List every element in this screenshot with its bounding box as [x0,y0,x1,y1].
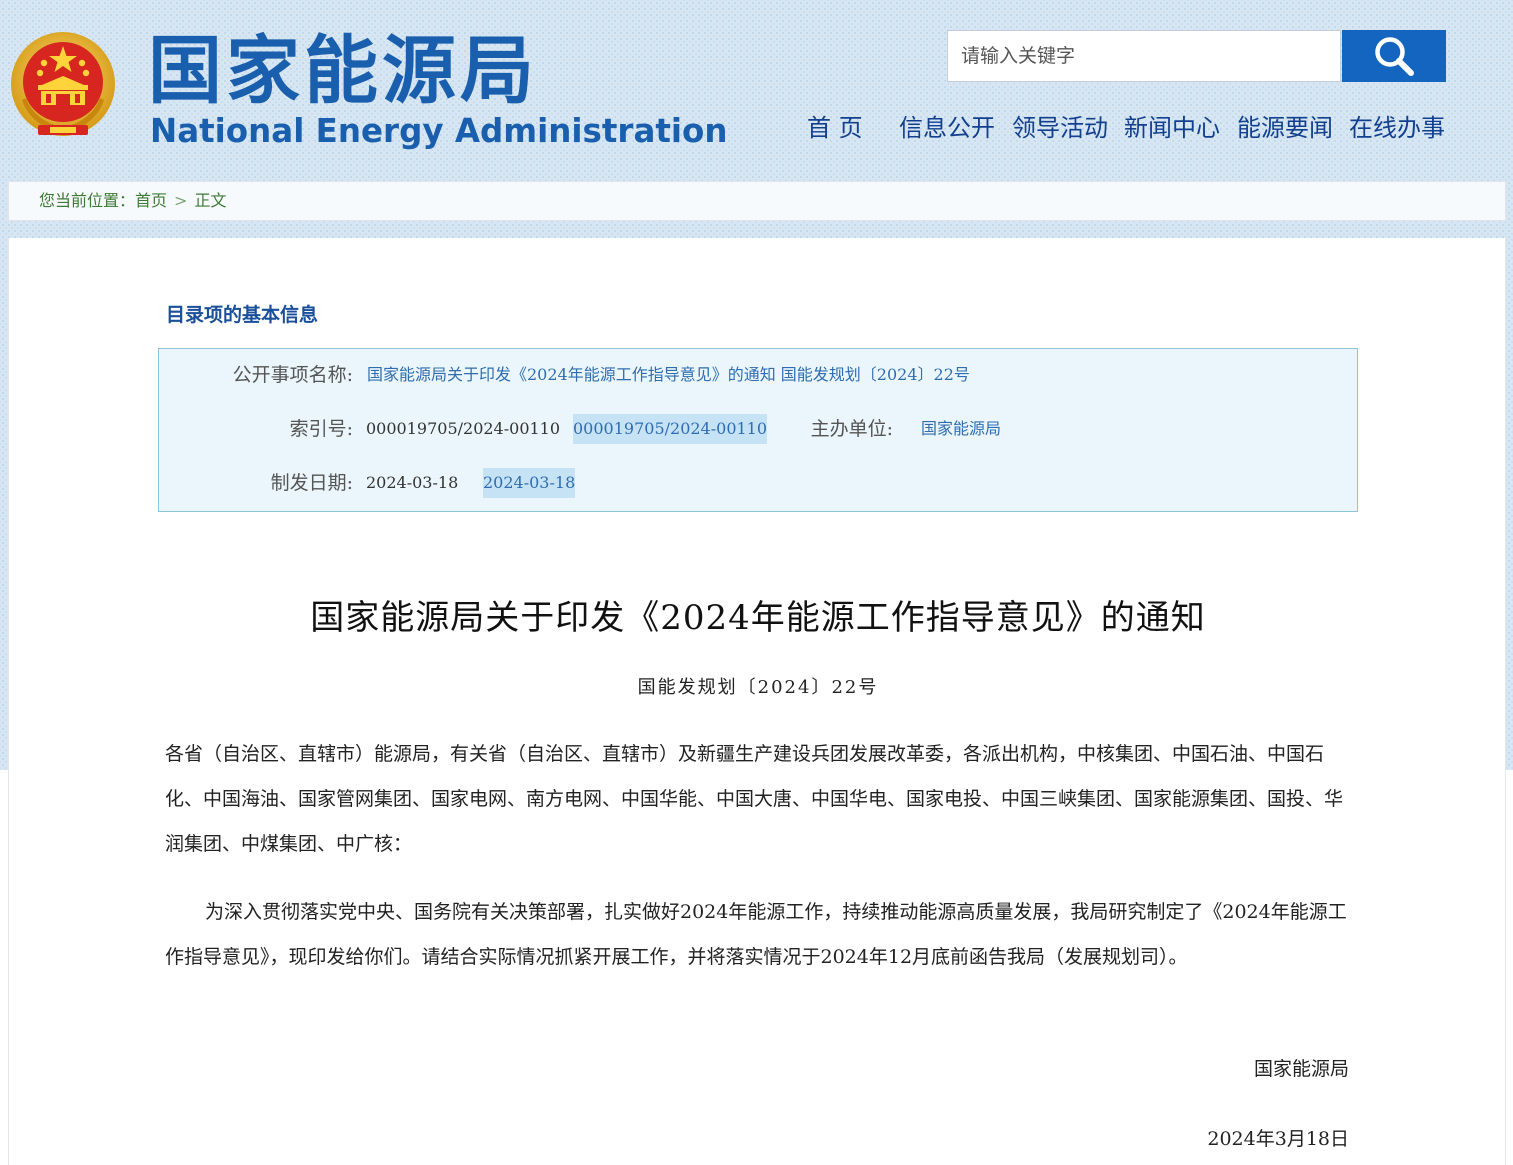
document-recipients: 各省（自治区、直辖市）能源局，有关省（自治区、直辖市）及新疆生产建设兵团发展改革… [165,743,1344,855]
document-title: 国家能源局关于印发《2024年能源工作指导意见》的通知 [310,598,1206,638]
meta-name-value: 国家能源局关于印发《2024年能源工作指导意见》的通知 国能发规划〔2024〕2… [367,365,970,384]
meta-dept-label: 主办单位: [810,418,893,440]
nav-info-disclosure[interactable]: 信息公开 [899,110,995,146]
nav-leader-activities[interactable]: 领导活动 [1012,110,1108,146]
document-signer: 国家能源局 [1253,1058,1349,1080]
meta-name-label: 公开事项名称: [232,364,353,386]
breadcrumb-current: 正文 [194,191,227,210]
search-button[interactable] [1342,30,1446,82]
site-title-cn: 国家能源局 [148,28,538,114]
search-input[interactable] [947,30,1341,82]
breadcrumb: 您当前位置：首页 > 正文 [8,181,1506,221]
breadcrumb-home-link[interactable]: 首页 [135,191,167,210]
national-emblem-icon [10,30,116,144]
meta-index-value: 000019705/2024-00110 [366,419,561,438]
meta-info-box: 公开事项名称: 国家能源局关于印发《2024年能源工作指导意见》的通知 国能发规… [158,348,1358,512]
nav-energy-news[interactable]: 能源要闻 [1237,110,1333,146]
document-sign-date: 2024年3月18日 [1207,1128,1349,1150]
document-body: 为深入贯彻落实党中央、国务院有关决策部署，扎实做好2024年能源工作，持续推动能… [165,901,1347,968]
site-title-en: National Energy Administration [150,112,728,150]
meta-index-label: 索引号: [289,418,353,440]
nav-online-services[interactable]: 在线办事 [1349,110,1445,146]
meta-heading: 目录项的基本信息 [166,304,319,326]
document-number: 国能发规划〔2024〕22号 [637,677,879,698]
meta-index-value-highlight: 000019705/2024-00110 [573,414,768,444]
meta-date-value: 2024-03-18 [366,473,459,492]
nav-news-center[interactable]: 新闻中心 [1124,110,1220,146]
site-header: 国家能源局 National Energy Administration 首 页… [0,0,1513,180]
meta-dept-value: 国家能源局 [921,419,1002,438]
breadcrumb-prefix: 您当前位置： [39,191,136,210]
breadcrumb-separator: > [174,191,188,210]
meta-date-value-highlight: 2024-03-18 [483,468,576,498]
search-icon [1375,37,1414,76]
nav-home[interactable]: 首 页 [807,110,863,146]
meta-date-label: 制发日期: [270,472,353,494]
content-panel: 目录项的基本信息 公开事项名称: 国家能源局关于印发《2024年能源工作指导意见… [8,238,1506,1165]
